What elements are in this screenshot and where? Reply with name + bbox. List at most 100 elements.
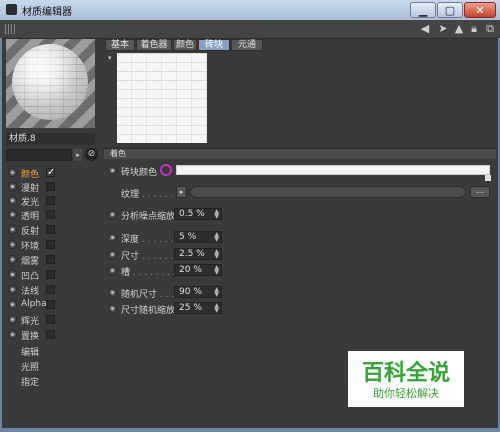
watermark-subtitle: 助你轻松解决: [373, 387, 439, 400]
channel-checkbox-checked[interactable]: ✓: [46, 168, 55, 178]
channel-editor[interactable]: 编辑: [6, 344, 61, 358]
back-arrow-icon[interactable]: ◀: [419, 22, 431, 36]
noise-scale-label: 分析噪点缩放: [121, 212, 176, 222]
filter-options-icon[interactable]: ⊘: [85, 148, 98, 161]
collapse-triangle-icon[interactable]: ▾: [108, 54, 112, 62]
window-frame-left: [0, 38, 2, 428]
stepper-icon: ▲ ▼: [214, 302, 219, 314]
app-icon: [6, 4, 17, 15]
size-random-scale-field[interactable]: 25 % ▲ ▼: [174, 302, 222, 314]
texture-field[interactable]: [190, 186, 466, 198]
channel-radio-icon[interactable]: [8, 255, 17, 264]
channel-checkbox[interactable]: [46, 210, 55, 219]
stepper-icon: ▲ ▼: [214, 208, 219, 220]
channel-checkbox[interactable]: [46, 225, 55, 234]
window-title: 材质编辑器: [22, 7, 72, 18]
channel-bump[interactable]: 凹凸: [6, 268, 61, 282]
channel-checkbox[interactable]: [46, 240, 55, 249]
stepper-icon: ▲ ▼: [214, 264, 219, 276]
channel-environment[interactable]: 环境: [6, 238, 61, 252]
grout-field[interactable]: 20 % ▲ ▼: [174, 264, 222, 276]
channel-radio-icon[interactable]: [8, 196, 17, 205]
close-button[interactable]: ✕: [464, 2, 496, 18]
drag-grip-icon[interactable]: [5, 24, 17, 34]
channel-radio-icon[interactable]: [8, 330, 17, 339]
texture-label: 纹理 . . . . . .: [121, 190, 174, 200]
channel-checkbox[interactable]: [46, 285, 55, 294]
channel-checkbox[interactable]: [46, 315, 55, 324]
stepper-icon: ▲ ▼: [214, 248, 219, 260]
param-radio-icon[interactable]: [108, 304, 117, 313]
channel-radio-icon[interactable]: [8, 285, 17, 294]
channel-checkbox[interactable]: [46, 182, 55, 191]
noise-scale-field[interactable]: 0.5 % ▲ ▼: [174, 208, 222, 220]
minimize-button[interactable]: ▁: [410, 2, 436, 18]
swatch-corner-icon: [485, 175, 491, 181]
section-title: 着色: [110, 149, 126, 158]
channel-luminance[interactable]: 发光: [6, 194, 61, 208]
channel-radio-icon[interactable]: [8, 240, 17, 249]
channel-radio-icon[interactable]: [8, 182, 17, 191]
channel-checkbox[interactable]: [46, 255, 55, 264]
depth-field[interactable]: 5 % ▲ ▼: [174, 231, 222, 243]
window-frame-bottom: [0, 428, 500, 432]
stepper-icon: ▲ ▼: [214, 231, 219, 243]
channel-illumination[interactable]: 光照: [6, 359, 61, 373]
channel-radio-icon[interactable]: [8, 300, 17, 309]
channel-radio-icon[interactable]: [8, 270, 17, 279]
channel-checkbox[interactable]: [46, 196, 55, 205]
tab-shader[interactable]: 着色器: [136, 39, 172, 51]
material-sphere: [12, 44, 88, 120]
channel-assign[interactable]: 指定: [6, 374, 61, 388]
lock-icon[interactable]: 🔒︎: [468, 22, 480, 36]
new-window-icon[interactable]: ⧉: [484, 22, 496, 36]
cursor-icon[interactable]: ➤: [437, 22, 449, 36]
filter-dropdown-icon[interactable]: ▸: [74, 149, 82, 161]
channel-radio-icon[interactable]: [8, 168, 17, 177]
brick-texture-preview: [117, 53, 207, 143]
channel-radio-icon[interactable]: [8, 225, 17, 234]
watermark-title: 百科全说: [361, 361, 450, 386]
param-radio-icon[interactable]: [108, 250, 117, 259]
channel-reflection[interactable]: 反射: [6, 223, 61, 237]
section-header[interactable]: [104, 148, 496, 159]
maximize-button[interactable]: ▢: [437, 2, 463, 18]
channel-diffuse[interactable]: 漫射: [6, 180, 61, 194]
brick-color-label: 砖块颜色: [121, 168, 158, 178]
param-radio-icon[interactable]: [108, 288, 117, 297]
param-radio-icon[interactable]: [108, 166, 117, 175]
channel-checkbox[interactable]: [46, 270, 55, 279]
tab-basic[interactable]: 基本: [105, 39, 135, 51]
channel-normal[interactable]: 法线: [6, 283, 61, 297]
param-radio-icon[interactable]: [108, 210, 117, 219]
size-field[interactable]: 2.5 % ▲ ▼: [174, 248, 222, 260]
channel-radio-icon[interactable]: [8, 315, 17, 324]
channel-filter-input[interactable]: [6, 149, 72, 161]
channel-color[interactable]: 颜色 ✓: [6, 166, 61, 180]
channel-checkbox[interactable]: [46, 300, 55, 309]
random-size-field[interactable]: 90 % ▲ ▼: [174, 286, 222, 298]
param-radio-icon[interactable]: [108, 233, 117, 242]
up-arrow-icon[interactable]: ▲: [453, 22, 465, 36]
channel-displacement[interactable]: 置换: [6, 328, 61, 342]
stepper-icon: ▲ ▼: [214, 286, 219, 298]
material-name-field[interactable]: 材质.8: [6, 133, 95, 145]
channel-alpha[interactable]: Alpha: [6, 298, 61, 312]
tab-color[interactable]: 颜色: [173, 39, 197, 51]
channel-radio-icon[interactable]: [8, 210, 17, 219]
brick-color-swatch[interactable]: [176, 165, 490, 175]
texture-more-button[interactable]: ...: [470, 186, 490, 198]
close-icon: ✕: [475, 4, 485, 17]
tab-element[interactable]: 元通: [231, 39, 263, 51]
color-picker-icon[interactable]: [160, 164, 172, 176]
channel-fog[interactable]: 烟雾: [6, 253, 61, 267]
channel-transparency[interactable]: 透明: [6, 208, 61, 222]
channel-checkbox[interactable]: [46, 330, 55, 339]
param-radio-icon[interactable]: [108, 266, 117, 275]
minimize-icon: ▁: [418, 4, 428, 17]
channel-glow[interactable]: 辉光: [6, 313, 61, 327]
size-random-scale-label: 尺寸随机缩放: [121, 306, 176, 316]
maximize-icon: ▢: [444, 4, 456, 17]
texture-dropdown-arrow[interactable]: ▸: [176, 186, 187, 198]
tab-brick[interactable]: 砖块: [198, 39, 230, 51]
